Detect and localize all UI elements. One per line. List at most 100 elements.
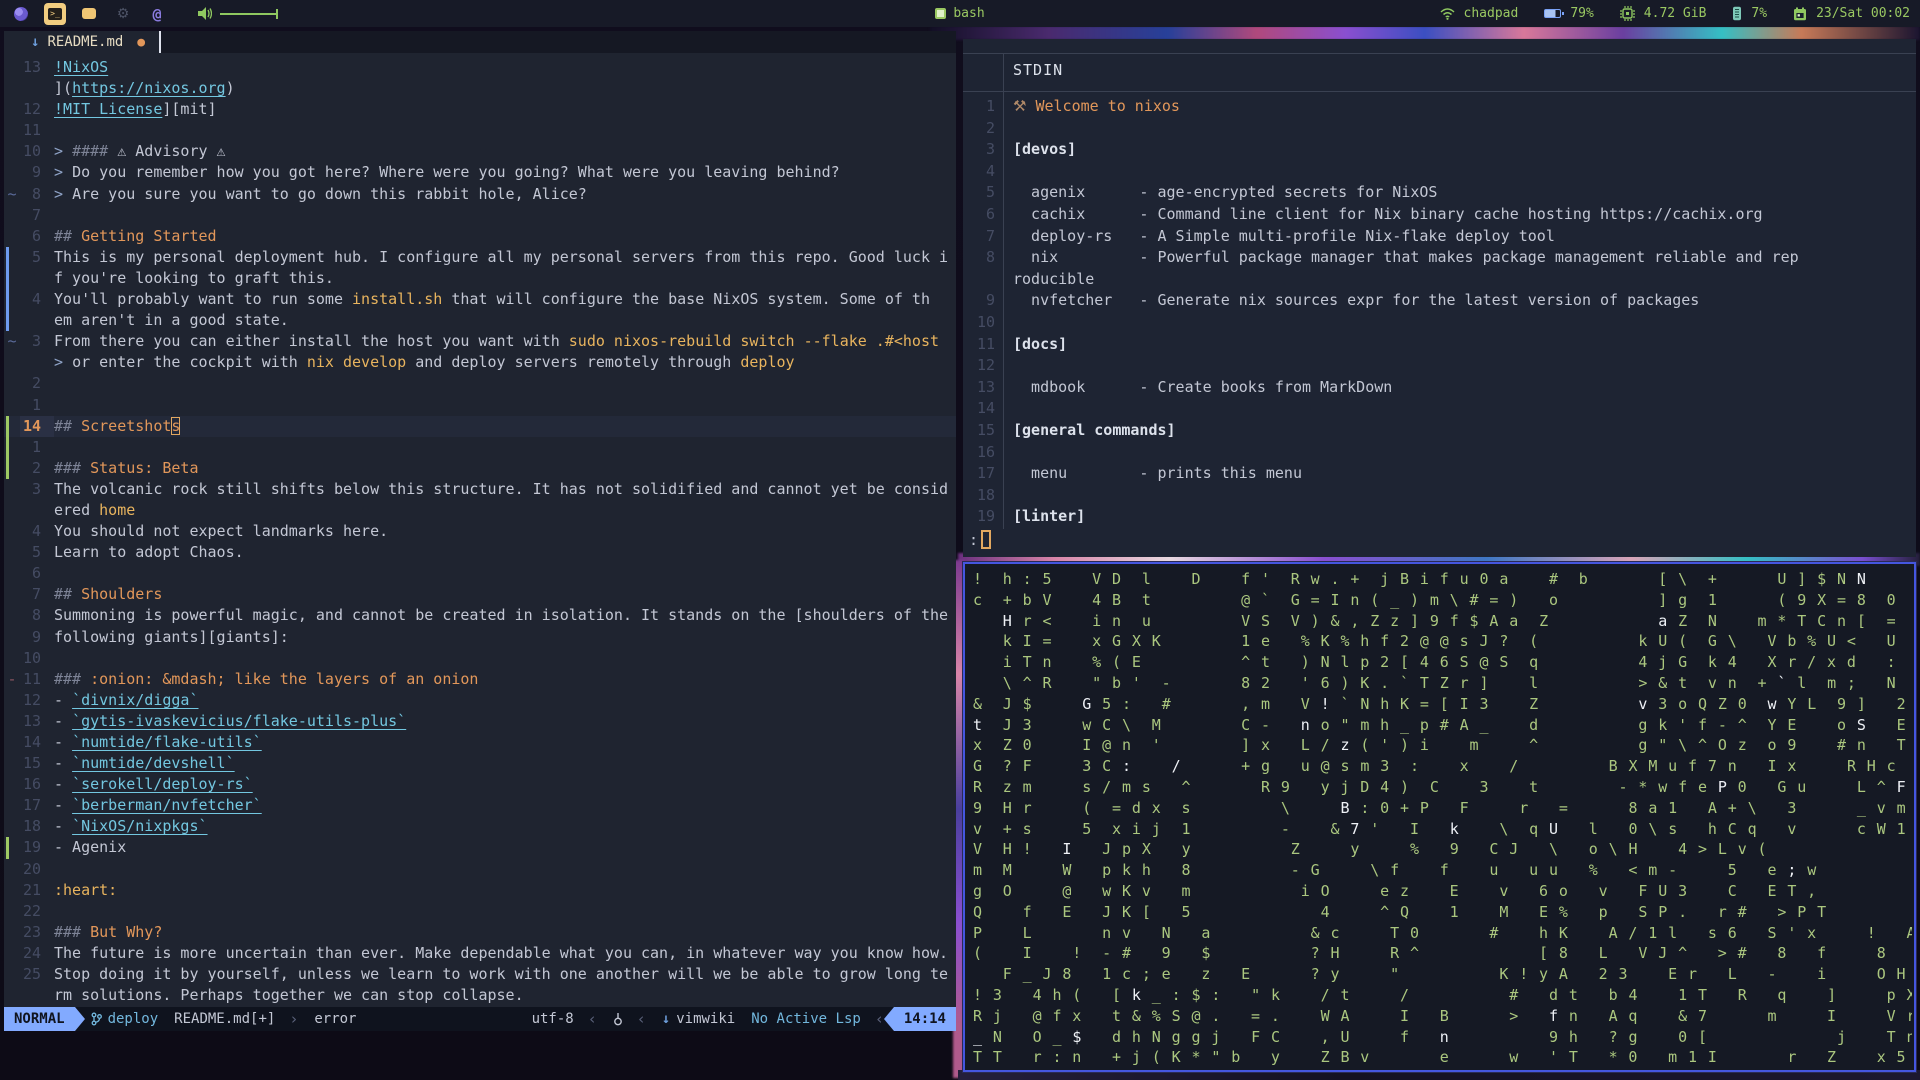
- lsp-status: No Active Lsp: [751, 1011, 861, 1027]
- filetype-icon: ↓: [661, 1011, 671, 1027]
- pager-line: 15 [general commands]: [976, 420, 1176, 439]
- pager-line: 10: [976, 312, 995, 331]
- matrix-row: Q f E J K [ 5 4 ^ Q 1 M E % p S P . r # …: [973, 902, 1828, 921]
- username: chadpad: [1463, 6, 1519, 21]
- launcher-icons: >_ ⚙ @: [0, 2, 278, 25]
- matrix-row: F _ J 8 1 c ; e z E ? y " K ! y A 2 3 E …: [973, 965, 1907, 984]
- editor-line: 11: [22, 121, 41, 140]
- editor-line: 6: [31, 564, 41, 583]
- pager-line: 2: [985, 118, 995, 137]
- editor-line: 5 This is my personal deployment hub. I c…: [4, 246, 956, 268]
- matrix-row: ( I ! - # 9 $ ? H R ^ [ 8 L V J ^ > # 8 …: [973, 944, 1912, 963]
- chevron-right-icon: ›: [289, 1010, 299, 1028]
- editor-line: 24 The future is more uncertain than ever…: [22, 943, 949, 962]
- editor-line: 21:heart:: [22, 880, 118, 899]
- pager-line: 6 cachix - Command line client for Nix b…: [985, 204, 1763, 223]
- editor-line: 15- `numtide/devshell`: [22, 754, 235, 773]
- window-icon: [935, 8, 947, 19]
- matrix-row: c + b V 4 B t @ ` G = I n ( _ ) m \ # = …: [973, 590, 1897, 609]
- datetime: 23/Sat 00:02: [1816, 6, 1910, 21]
- gear-icon[interactable]: ⚙: [112, 3, 134, 25]
- pager-line: 8 nix - Powerful package manager that ma…: [985, 248, 1799, 267]
- vim-mode-indicator: NORMAL: [4, 1007, 85, 1031]
- editor-line: ](https://nixos.org): [54, 79, 235, 98]
- battery-icon: [1544, 9, 1565, 18]
- editor-line: 10: [22, 648, 41, 667]
- clock-chip: 14:14: [883, 1007, 956, 1031]
- matrix-row: V H ! I J p X y Z y % 9 C J \ o \ H 4 > …: [973, 840, 1768, 859]
- pager-line: 14: [976, 399, 995, 418]
- git-sign-blue: [6, 267, 9, 290]
- editor-line: em aren't in a good state.: [4, 310, 956, 332]
- matrix-row: T T r : n + j ( K * " b y Z B v e w ' T …: [973, 1048, 1907, 1067]
- pager-line: 7 deploy-rs - A Simple multi-profile Nix…: [985, 226, 1555, 245]
- firefox-icon[interactable]: [10, 3, 32, 25]
- editor-line: 16- `serokell/deploy-rs`: [22, 775, 253, 794]
- matrix-content[interactable]: ! h : 5 V D l D f ' R w . + j B i f u 0 …: [973, 569, 1912, 1068]
- pager-line: 3 [devos]: [985, 140, 1077, 159]
- cpu-icon: [1619, 6, 1635, 21]
- editor-line: 9 following giants][giants]:: [31, 627, 289, 646]
- editor-statusline: NORMAL deploy README.md[+] › error utf-8…: [4, 1007, 956, 1031]
- os-icon: [613, 1012, 623, 1026]
- editor-buffer[interactable]: 13 !NixOS](https://nixos.org) 12 !MIT Licen…: [4, 57, 956, 1007]
- editor-line: 18- `NixOS/nixpkgs`: [22, 817, 208, 836]
- pager-rule-header: [963, 91, 1916, 92]
- terminal-icon[interactable]: >_: [44, 2, 66, 25]
- matrix-row: ! 3 4 h ( [ k _ : $ : " k / t / # d t b …: [973, 985, 1912, 1004]
- wifi-icon: [1440, 7, 1455, 20]
- editor-window: ↓ README.md ● 13 !NixOS ](https://nixos.or…: [4, 31, 956, 1031]
- modified-dot-icon: ●: [137, 34, 146, 50]
- editor-line: 4 You should not expect landmarks here.: [31, 522, 389, 541]
- editor-tabbar: ↓ README.md ●: [4, 31, 956, 53]
- editor-line: 14 ## Screetshots: [4, 415, 956, 437]
- editor-line: 20: [22, 859, 41, 878]
- matrix-row: R j @ f x t & % S @ . = . W A I B > f n …: [973, 1006, 1912, 1025]
- branch-icon: [91, 1012, 102, 1026]
- tab-readme[interactable]: ↓ README.md ●: [4, 31, 160, 53]
- pager-prompt[interactable]: :: [969, 530, 992, 549]
- editor-line: 13 !NixOS: [22, 58, 109, 76]
- editor-line: 7: [31, 205, 41, 224]
- chat-icon[interactable]: [78, 3, 100, 25]
- wallpaper-strip-top: [930, 26, 1920, 40]
- window-title-text: bash: [953, 6, 985, 21]
- chevron-left-icon: ‹: [874, 1010, 884, 1028]
- pager-content[interactable]: 1 ⚒ Welcome to nixos 2 3 [devos] 4 5 agenix - a…: [963, 96, 1916, 528]
- matrix-row: G ? F 3 C : / + g u @ s m 3 : x / B X M …: [973, 757, 1897, 776]
- volume-control[interactable]: [198, 7, 278, 20]
- editor-line: 19- Agenix: [4, 837, 956, 859]
- editor-line: 1: [4, 436, 956, 458]
- terminal-cursor: [981, 530, 992, 549]
- volume-slider[interactable]: [220, 8, 278, 19]
- top-status-bar: >_ ⚙ @ bash chadpad 79% 4.72 GiB 7% 23/S…: [0, 0, 1920, 27]
- pager-terminal-window: STDIN 1 ⚒ Welcome to nixos 2 3 [devos] 4 5 agen…: [963, 39, 1916, 557]
- matrix-row: ! h : 5 V D l D f ' R w . + j B i f u 0 …: [973, 570, 1867, 588]
- editor-line: 8 Summoning is powerful magic, and cannot…: [31, 606, 949, 625]
- system-indicators: chadpad 79% 4.72 GiB 7% 23/Sat 00:02: [1440, 6, 1920, 21]
- matrix-row: v + s 5 x i j 1 - & 7 ' I k \ q U l 0 \ …: [973, 819, 1907, 838]
- chevron-left-icon: ‹: [636, 1010, 646, 1028]
- git-sign-blue: [6, 289, 9, 311]
- editor-line: 9 > Do you remember how you got here? Whe…: [31, 163, 840, 182]
- pager-line: 11 [docs]: [976, 334, 1068, 353]
- git-sign-blue: [6, 246, 9, 268]
- matrix-row: t J 3 w C \ M C - n o " m h _ p # A _ d …: [973, 715, 1907, 734]
- pager-line: 1 ⚒ Welcome to nixos: [985, 97, 1180, 115]
- editor-line: ~8 > Are you sure you want to go down thi…: [7, 184, 587, 203]
- editor-line: 10 > #### ⚠ Advisory ⚠: [22, 142, 226, 161]
- editor-line: 14- `numtide/flake-utils`: [22, 733, 262, 751]
- editor-line: 22: [22, 901, 41, 920]
- git-sign-green: [6, 436, 9, 458]
- pager-line: 16: [976, 442, 995, 461]
- ram-icon: [1733, 6, 1742, 21]
- pager-line: roducible: [1013, 269, 1095, 288]
- chevron-left-icon: ‹: [587, 1010, 597, 1028]
- matrix-row: _ N O _ $ d h N g g j F C , U f n 9 h ? …: [973, 1027, 1912, 1046]
- git-branch[interactable]: deploy: [91, 1011, 158, 1027]
- tab-filename: README.md: [47, 34, 124, 50]
- matrix-row: & J $ G 5 : # , m V ! ` N h K = [ I 3 Z …: [973, 694, 1907, 713]
- speaker-icon: [198, 7, 212, 20]
- statusline-filename: README.md[+]: [174, 1011, 276, 1027]
- at-mentions-icon[interactable]: @: [146, 3, 168, 25]
